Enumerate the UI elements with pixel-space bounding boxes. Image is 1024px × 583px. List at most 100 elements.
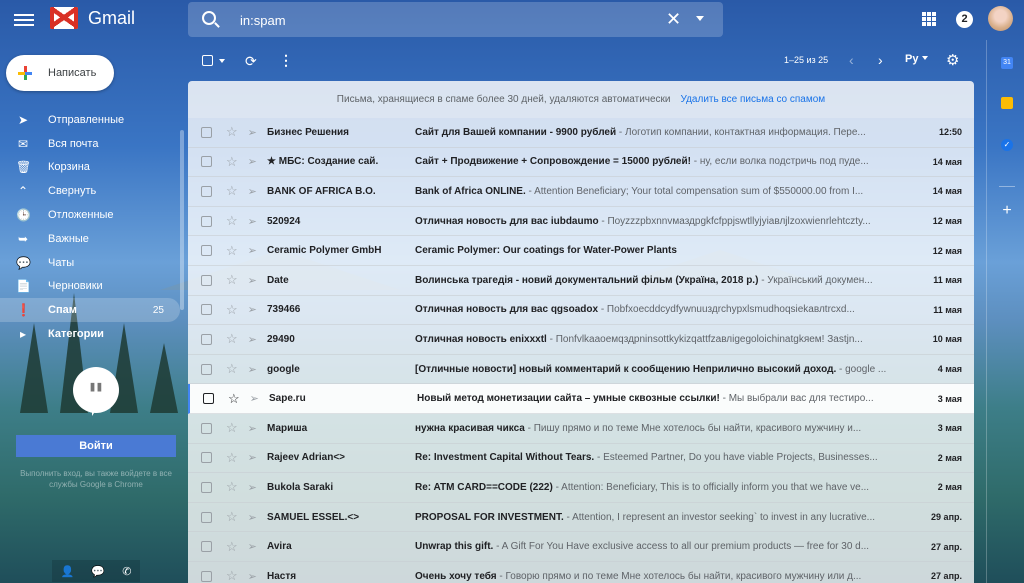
sidebar-item-5[interactable]: ➥ Важные bbox=[0, 227, 184, 251]
delete-all-spam-link[interactable]: Удалить все письма со спамом bbox=[681, 94, 826, 105]
important-marker-icon[interactable]: ➢ bbox=[248, 185, 257, 198]
refresh-icon[interactable]: ⟳ bbox=[245, 53, 257, 70]
email-row[interactable]: ☆ ➢ BANK OF AFRICA B.O. Bank of Africa ONLI… bbox=[188, 177, 974, 207]
row-checkbox[interactable] bbox=[201, 333, 212, 345]
star-icon[interactable]: ☆ bbox=[226, 124, 238, 140]
important-marker-icon[interactable]: ➢ bbox=[248, 274, 257, 287]
email-row[interactable]: ☆ ➢ Date Волинська трагедія - новий докумен… bbox=[188, 266, 974, 296]
row-checkbox[interactable] bbox=[201, 245, 212, 257]
star-icon[interactable]: ☆ bbox=[226, 361, 238, 377]
search-input[interactable] bbox=[240, 10, 640, 30]
email-row[interactable]: ☆ ➢ ★ МБС: Создание сай. Сайт + Продвижение… bbox=[188, 148, 974, 178]
email-row[interactable]: ☆ ➢ Настя Очень хочу тебя - Говорю прямо и … bbox=[188, 562, 974, 583]
search-icon[interactable] bbox=[202, 11, 216, 25]
star-icon[interactable]: ☆ bbox=[226, 183, 238, 199]
star-icon[interactable]: ☆ bbox=[226, 213, 238, 229]
important-marker-icon[interactable]: ➢ bbox=[248, 570, 257, 583]
important-marker-icon[interactable]: ➢ bbox=[248, 333, 257, 346]
important-marker-icon[interactable]: ➢ bbox=[248, 303, 257, 316]
star-icon[interactable]: ☆ bbox=[226, 450, 238, 466]
sidebar-item-0[interactable]: ➤ Отправленные bbox=[0, 108, 184, 132]
phone-icon[interactable]: ✆ bbox=[122, 565, 131, 578]
row-checkbox[interactable] bbox=[201, 185, 212, 197]
important-marker-icon[interactable]: ➢ bbox=[248, 451, 257, 464]
star-icon[interactable]: ☆ bbox=[226, 243, 238, 259]
important-marker-icon[interactable]: ➢ bbox=[248, 215, 257, 228]
add-addon-icon[interactable]: + bbox=[1001, 203, 1013, 219]
important-marker-icon[interactable]: ➢ bbox=[248, 422, 257, 435]
next-page-icon[interactable]: › bbox=[878, 52, 883, 68]
row-checkbox[interactable] bbox=[201, 511, 212, 523]
star-icon[interactable]: ☆ bbox=[226, 539, 238, 555]
sidebar-item-6[interactable]: 💬 Чаты bbox=[0, 251, 184, 275]
row-checkbox[interactable] bbox=[201, 570, 212, 582]
settings-gear-icon[interactable]: ⚙ bbox=[946, 51, 959, 69]
keep-icon[interactable] bbox=[1001, 97, 1013, 109]
hangouts-signin-button[interactable]: Войти bbox=[16, 435, 176, 457]
important-marker-icon[interactable]: ➢ bbox=[248, 481, 257, 494]
row-checkbox[interactable] bbox=[201, 126, 212, 138]
row-checkbox[interactable] bbox=[201, 156, 212, 168]
email-row[interactable]: ☆ ➢ Bukola Saraki Re: ATM CARD==CODE (222) … bbox=[188, 473, 974, 503]
gmail-logo[interactable]: Gmail bbox=[50, 7, 135, 29]
important-marker-icon[interactable]: ➢ bbox=[248, 155, 257, 168]
email-row[interactable]: ☆ ➢ Rajeev Adrian<> Re: Investment Capital … bbox=[188, 444, 974, 474]
input-language-toggle[interactable]: Ру bbox=[905, 53, 928, 65]
important-marker-icon[interactable]: ➢ bbox=[248, 540, 257, 553]
email-row[interactable]: ☆ ➢ Sape.ru Новый метод монетизации сайта –… bbox=[188, 384, 974, 414]
star-icon[interactable]: ☆ bbox=[226, 154, 238, 170]
star-icon[interactable]: ☆ bbox=[226, 509, 238, 525]
clear-search-icon[interactable]: ✕ bbox=[666, 9, 681, 30]
sidebar-item-3[interactable]: ⌃ Свернуть bbox=[0, 179, 184, 203]
star-icon[interactable]: ☆ bbox=[226, 302, 238, 318]
star-icon[interactable]: ☆ bbox=[226, 272, 238, 288]
main-menu-icon[interactable] bbox=[14, 11, 34, 29]
star-icon[interactable]: ☆ bbox=[226, 479, 238, 495]
star-icon[interactable]: ☆ bbox=[226, 568, 238, 583]
sidebar-item-1[interactable]: ✉ Вся почта bbox=[0, 132, 184, 156]
row-checkbox[interactable] bbox=[201, 422, 212, 434]
sidebar-item-9[interactable]: ▸ Категории bbox=[0, 322, 184, 346]
sidebar-item-8[interactable]: ❗ Спам 25 bbox=[0, 298, 180, 323]
search-options-icon[interactable] bbox=[696, 16, 704, 21]
email-row[interactable]: ☆ ➢ Мариша нужна красивая чикса - Пишу прям… bbox=[188, 414, 974, 444]
email-row[interactable]: ☆ ➢ Бизнес Решения Сайт для Вашей компании … bbox=[188, 118, 974, 148]
sidebar-item-7[interactable]: 📄 Черновики bbox=[0, 275, 184, 299]
important-marker-icon[interactable]: ➢ bbox=[250, 392, 259, 405]
sidebar-item-4[interactable]: 🕒 Отложенные bbox=[0, 203, 184, 227]
star-icon[interactable]: ☆ bbox=[226, 331, 238, 347]
row-checkbox[interactable] bbox=[201, 274, 212, 286]
tasks-icon[interactable]: ✓ bbox=[1001, 139, 1013, 151]
apps-grid-icon[interactable] bbox=[922, 12, 936, 26]
email-row[interactable]: ☆ ➢ google [Отличные новости] новый коммент… bbox=[188, 355, 974, 385]
compose-button[interactable]: Написать bbox=[6, 55, 114, 91]
row-checkbox[interactable] bbox=[201, 215, 212, 227]
contacts-icon[interactable]: 👤 bbox=[61, 565, 75, 578]
row-checkbox[interactable] bbox=[201, 304, 212, 316]
email-row[interactable]: ☆ ➢ 739466 Отличная новость для вас qgsoado… bbox=[188, 296, 974, 326]
select-all-dropdown[interactable] bbox=[202, 55, 225, 66]
row-checkbox[interactable] bbox=[201, 452, 212, 464]
row-checkbox[interactable] bbox=[203, 393, 214, 405]
more-options-icon[interactable]: ⋮ bbox=[279, 52, 293, 69]
notification-badge[interactable]: 2 bbox=[956, 11, 973, 28]
row-checkbox[interactable] bbox=[201, 481, 212, 493]
email-row[interactable]: ☆ ➢ Ceramic Polymer GmbH Ceramic Polymer: O… bbox=[188, 236, 974, 266]
important-marker-icon[interactable]: ➢ bbox=[248, 511, 257, 524]
row-checkbox[interactable] bbox=[201, 363, 212, 375]
email-row[interactable]: ☆ ➢ 520924 Отличная новость для вас iubdaum… bbox=[188, 207, 974, 237]
star-icon[interactable]: ☆ bbox=[226, 420, 238, 436]
select-all-checkbox[interactable] bbox=[202, 55, 213, 66]
email-row[interactable]: ☆ ➢ 29490 Отличная новость enixxxtl - Пonfv… bbox=[188, 325, 974, 355]
email-row[interactable]: ☆ ➢ Avira Unwrap this gift. - A Gift For Yo… bbox=[188, 532, 974, 562]
avatar[interactable] bbox=[988, 6, 1013, 31]
conversations-icon[interactable]: 💬 bbox=[91, 565, 105, 578]
email-row[interactable]: ☆ ➢ SAMUEL ESSEL.<> PROPOSAL FOR INVESTMENT… bbox=[188, 503, 974, 533]
previous-page-icon[interactable]: ‹ bbox=[849, 52, 854, 68]
sidebar-scrollbar[interactable] bbox=[180, 130, 184, 310]
sidebar-item-2[interactable]: 🗑 Корзина bbox=[0, 156, 184, 180]
important-marker-icon[interactable]: ➢ bbox=[248, 126, 257, 139]
row-checkbox[interactable] bbox=[201, 541, 212, 553]
important-marker-icon[interactable]: ➢ bbox=[248, 363, 257, 376]
star-icon[interactable]: ☆ bbox=[228, 391, 240, 407]
